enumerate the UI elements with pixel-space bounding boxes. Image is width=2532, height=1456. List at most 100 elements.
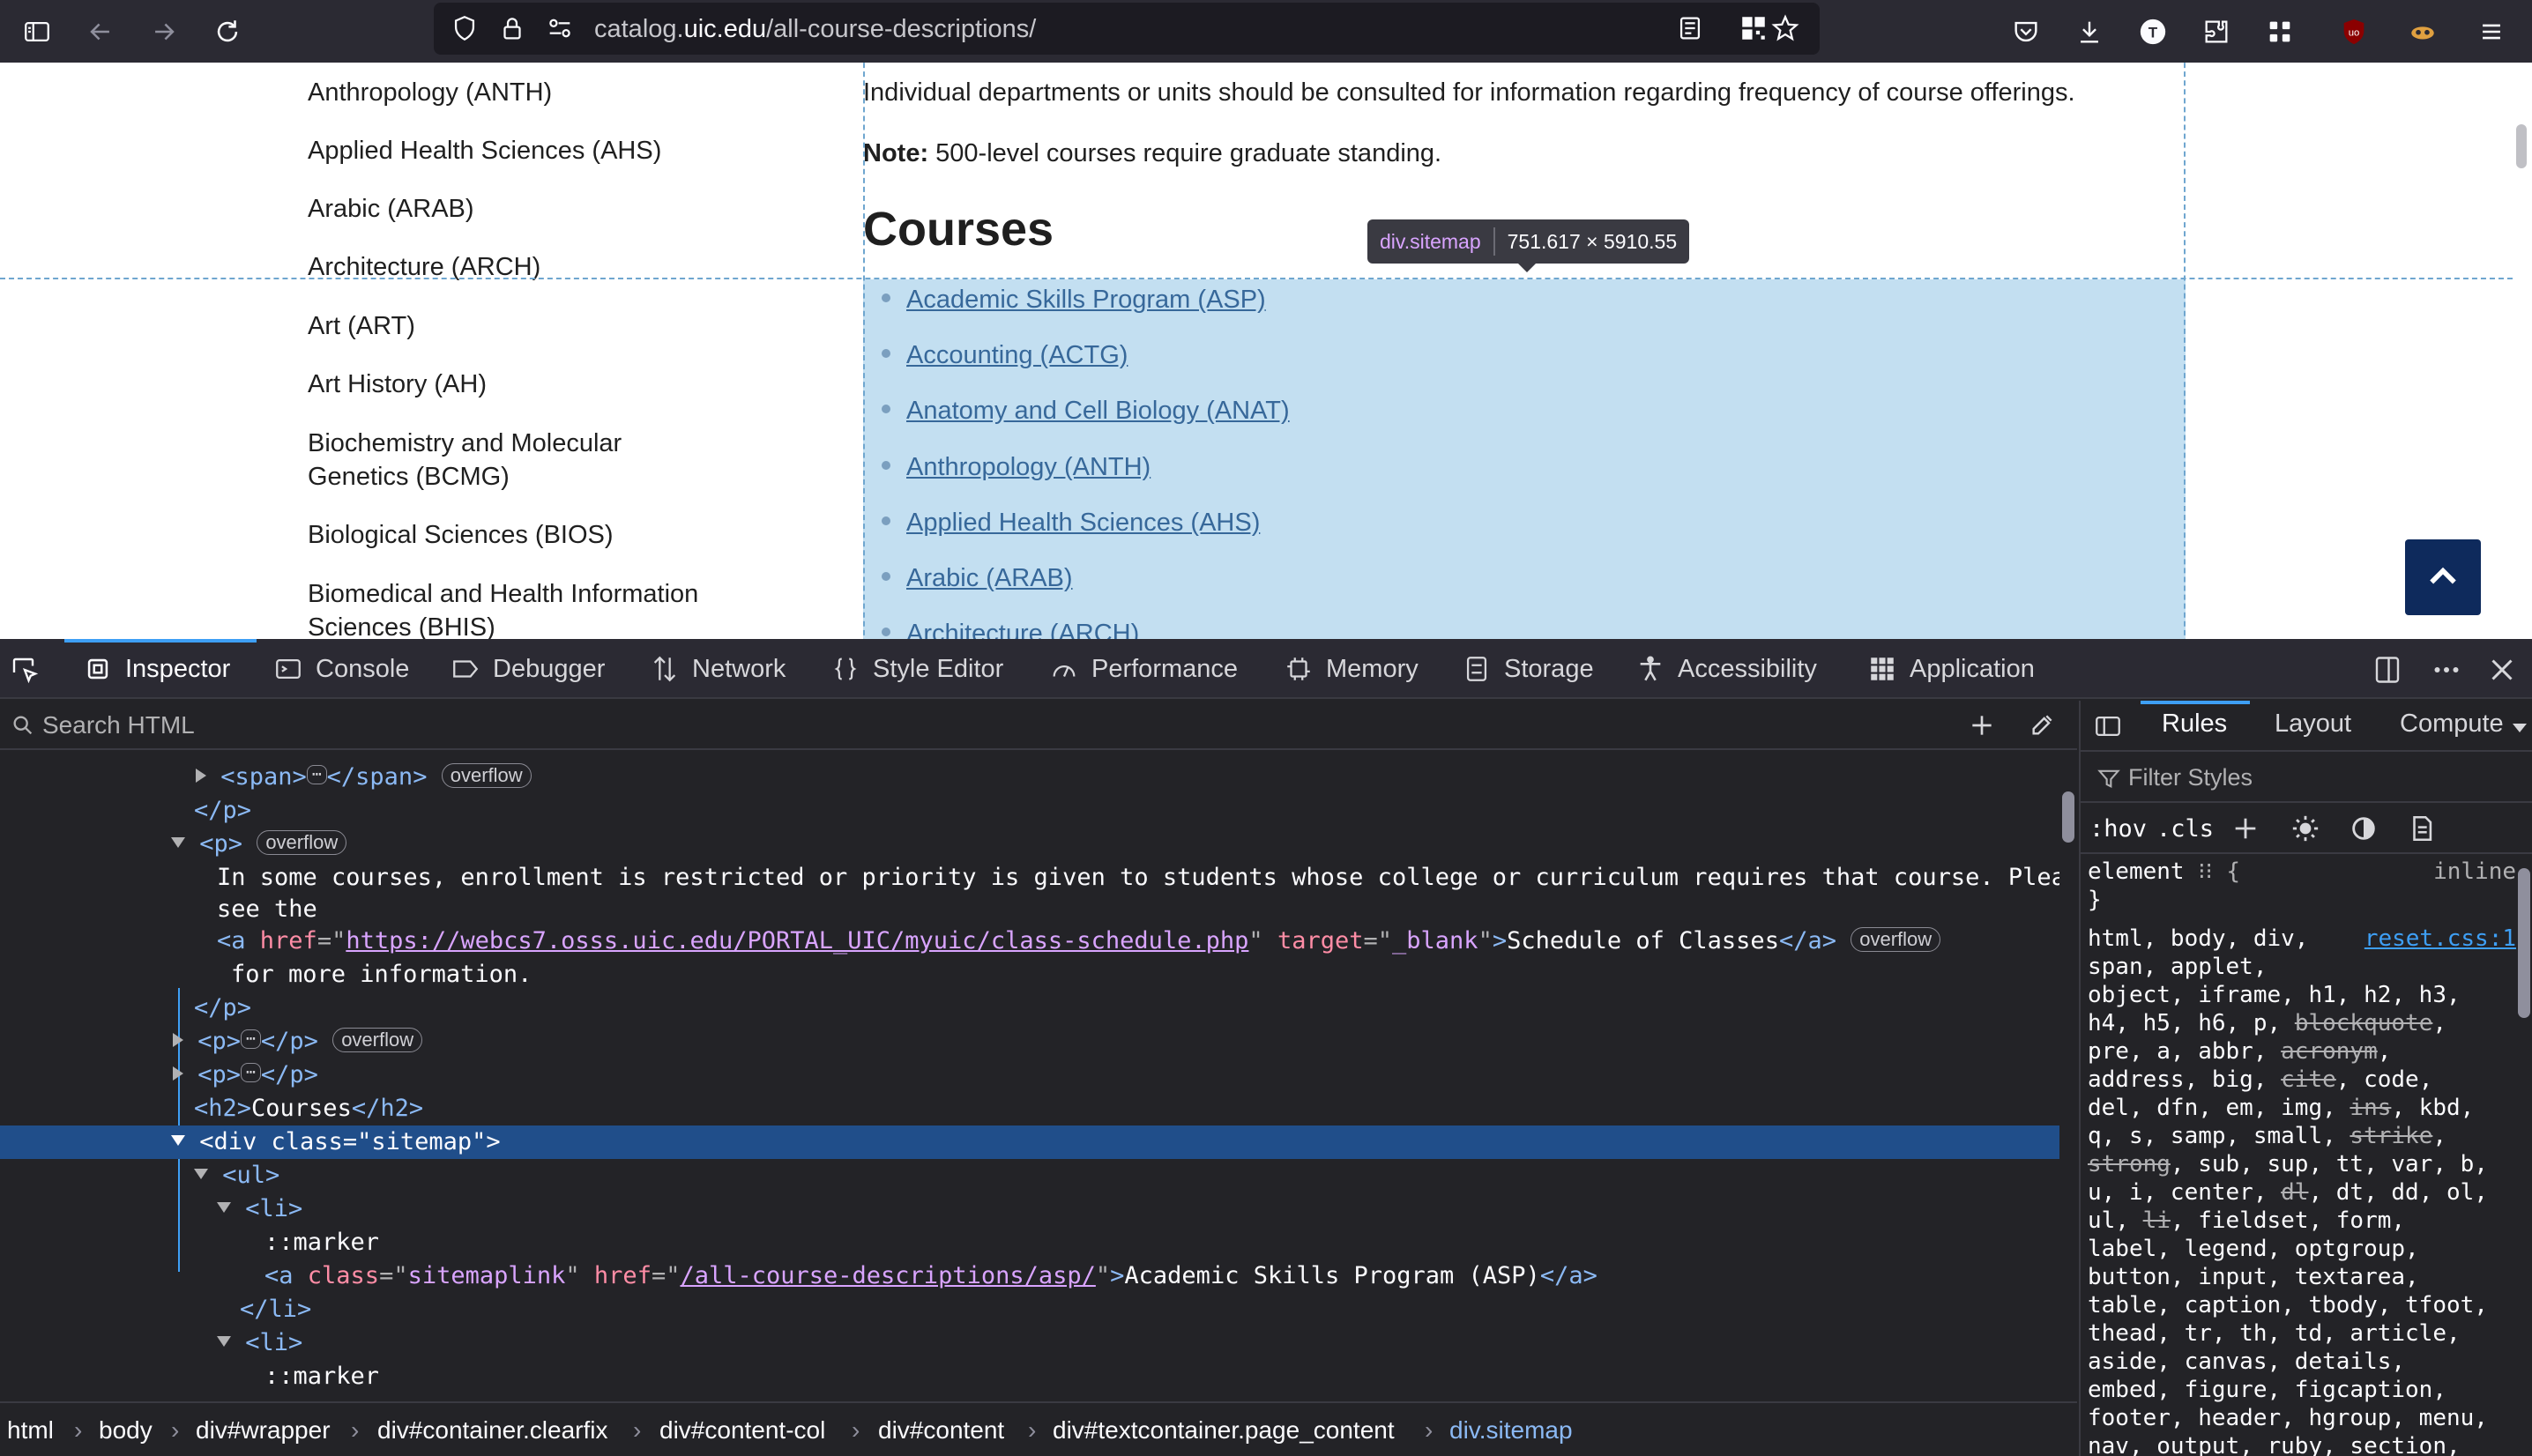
sidebar-link-bcmg[interactable]: Biochemistry and Molecular Genetics (BCM… bbox=[308, 427, 696, 494]
course-link[interactable]: Anatomy and Cell Biology (ANAT) bbox=[882, 394, 1290, 427]
close-devtools-icon[interactable] bbox=[2486, 654, 2518, 690]
dark-theme-icon[interactable] bbox=[2349, 813, 2379, 848]
course-link-text[interactable]: Arabic (ARAB) bbox=[906, 564, 1073, 592]
search-html-input[interactable]: Search HTML bbox=[42, 711, 195, 739]
lock-icon[interactable] bbox=[497, 13, 527, 48]
breadcrumb-item[interactable]: div#content-col bbox=[659, 1416, 825, 1445]
filter-styles-input[interactable]: Filter Styles bbox=[2128, 764, 2253, 791]
hov-toggle[interactable]: :hov bbox=[2089, 815, 2147, 843]
tab-computed[interactable]: Compute bbox=[2400, 709, 2504, 739]
markup-scrollbar[interactable] bbox=[2059, 752, 2077, 1385]
print-media-icon[interactable] bbox=[2407, 813, 2437, 848]
apps-grid-icon[interactable] bbox=[2257, 9, 2303, 55]
course-link[interactable]: Anthropology (ANTH) bbox=[882, 450, 1151, 484]
url-bar[interactable]: catalog.uic.edu/all-course-descriptions/ bbox=[434, 3, 1820, 55]
collapse-toggle[interactable] bbox=[171, 836, 185, 848]
overflow-badge[interactable]: overflow bbox=[332, 1027, 423, 1052]
filter-styles-bar[interactable]: Filter Styles bbox=[2081, 754, 2532, 803]
course-link-text[interactable]: Architecture (ARCH) bbox=[906, 620, 1139, 639]
site-permissions-icon[interactable] bbox=[545, 13, 575, 48]
sidebar-link-bhis[interactable]: Biomedical and Health Information Scienc… bbox=[308, 577, 766, 639]
breadcrumb-item[interactable]: html bbox=[7, 1416, 54, 1445]
sidebar-toggle-icon[interactable] bbox=[14, 9, 60, 55]
page-scrollbar-thumb[interactable] bbox=[2516, 124, 2527, 168]
tab-inspector[interactable]: Inspector bbox=[83, 639, 230, 699]
text-node[interactable]: see the bbox=[217, 893, 317, 926]
tab-application[interactable]: Application bbox=[1867, 639, 2035, 699]
node-h2[interactable]: <h2>Courses</h2> bbox=[194, 1092, 423, 1125]
node-p[interactable]: <p> overflow bbox=[171, 828, 347, 861]
breadcrumb-item-current[interactable]: div.sitemap bbox=[1449, 1416, 1573, 1445]
tab-memory[interactable]: Memory bbox=[1284, 639, 1419, 699]
markup-scrollbar-thumb[interactable] bbox=[2062, 791, 2074, 843]
add-node-icon[interactable] bbox=[1968, 711, 1996, 744]
course-link-text[interactable]: Applied Health Sciences (AHS) bbox=[906, 509, 1260, 537]
overflow-badge[interactable]: overflow bbox=[441, 762, 532, 788]
chevron-down-icon[interactable] bbox=[2513, 724, 2527, 732]
menu-icon[interactable] bbox=[2469, 9, 2514, 55]
extensions-icon[interactable] bbox=[2193, 9, 2239, 55]
tab-accessibility[interactable]: Accessibility bbox=[1635, 639, 1817, 699]
collapse-toggle[interactable] bbox=[217, 1201, 231, 1213]
tab-debugger[interactable]: Debugger bbox=[451, 639, 605, 699]
breadcrumb-item[interactable]: div#container.clearfix bbox=[377, 1416, 607, 1445]
course-link-text[interactable]: Anthropology (ANTH) bbox=[906, 453, 1151, 481]
extension-mask-icon[interactable] bbox=[2400, 9, 2446, 55]
node-p-close[interactable]: </p> bbox=[194, 794, 251, 828]
account-avatar-icon[interactable]: T bbox=[2130, 9, 2176, 55]
course-link-text[interactable]: Accounting (ACTG) bbox=[906, 341, 1128, 369]
breadcrumb-item[interactable]: div#wrapper bbox=[196, 1416, 331, 1445]
breadcrumb-item[interactable]: div#textcontainer.page_content bbox=[1053, 1416, 1395, 1445]
course-link-text[interactable]: Academic Skills Program (ASP) bbox=[906, 286, 1266, 314]
bookmark-star-icon[interactable] bbox=[1770, 13, 1800, 48]
node-ul[interactable]: <ul> bbox=[194, 1159, 279, 1192]
collapse-toggle[interactable] bbox=[217, 1335, 231, 1347]
rule-source-link[interactable]: reset.css:1 bbox=[2364, 925, 2516, 953]
eyedropper-icon[interactable] bbox=[2028, 711, 2056, 744]
tab-console[interactable]: Console bbox=[273, 639, 409, 699]
node-li-close[interactable]: </li> bbox=[240, 1293, 311, 1326]
sidebar-link-art[interactable]: Art (ART) bbox=[308, 309, 766, 343]
course-link[interactable]: Arabic (ARAB) bbox=[882, 561, 1073, 595]
text-node[interactable]: In some courses, enrollment is restricte… bbox=[217, 861, 2059, 895]
breadcrumb-item[interactable]: body bbox=[99, 1416, 153, 1445]
collapse-toggle[interactable] bbox=[171, 1134, 185, 1146]
sidebar-link-arab[interactable]: Arabic (ARAB) bbox=[308, 192, 766, 226]
ublock-icon[interactable]: uo bbox=[2331, 9, 2377, 55]
rules-scrollbar-thumb[interactable] bbox=[2518, 868, 2530, 1018]
collapsed-ellipsis[interactable]: ⋯ bbox=[306, 764, 327, 784]
collapsed-ellipsis[interactable]: ⋯ bbox=[241, 1029, 261, 1049]
node-li[interactable]: <li> bbox=[217, 1326, 302, 1360]
forward-icon[interactable] bbox=[141, 9, 187, 55]
more-options-icon[interactable] bbox=[2431, 654, 2462, 690]
light-theme-icon[interactable] bbox=[2290, 813, 2320, 848]
cls-toggle[interactable]: .cls bbox=[2156, 815, 2214, 843]
tab-rules[interactable]: Rules bbox=[2162, 709, 2227, 739]
reset-rule-selector[interactable]: reset.css:1 html, body, div, span, apple… bbox=[2088, 925, 2516, 1456]
node-p-close[interactable]: </p> bbox=[194, 992, 251, 1025]
course-link[interactable]: Accounting (ACTG) bbox=[882, 338, 1128, 372]
collapsed-ellipsis[interactable]: ⋯ bbox=[241, 1062, 261, 1082]
add-rule-icon[interactable] bbox=[2230, 813, 2260, 848]
pseudo-marker[interactable]: ::marker bbox=[264, 1226, 379, 1259]
overflow-badge[interactable]: overflow bbox=[1851, 926, 1941, 952]
expand-toggle[interactable] bbox=[196, 768, 206, 783]
node-a[interactable]: <a href="https://webcs7.osss.uic.edu/POR… bbox=[217, 925, 1941, 958]
collapse-toggle[interactable] bbox=[194, 1168, 208, 1179]
page-scrollbar[interactable] bbox=[2513, 63, 2532, 639]
expand-toggle[interactable] bbox=[173, 1032, 183, 1047]
node-p[interactable]: <p> ⋯ </p> overflow bbox=[173, 1025, 423, 1059]
shield-icon[interactable] bbox=[450, 13, 480, 48]
tab-layout[interactable]: Layout bbox=[2275, 709, 2351, 739]
sidebar-link-ah[interactable]: Art History (AH) bbox=[308, 368, 766, 401]
rule-source[interactable]: inline bbox=[2433, 858, 2516, 886]
element-picker-icon[interactable] bbox=[9, 654, 41, 690]
tab-performance[interactable]: Performance bbox=[1049, 639, 1238, 699]
sidebar-link-bios[interactable]: Biological Sciences (BIOS) bbox=[308, 518, 766, 552]
tab-style-editor[interactable]: Style Editor bbox=[830, 639, 1003, 699]
pocket-icon[interactable] bbox=[2003, 9, 2049, 55]
tab-storage[interactable]: Storage bbox=[1462, 639, 1594, 699]
search-html-bar[interactable]: Search HTML bbox=[0, 701, 2077, 750]
node-div-sitemap-selected[interactable]: <div class="sitemap"> bbox=[0, 1125, 2059, 1159]
node-a-sitemaplink[interactable]: <a class="sitemaplink" href="/all-course… bbox=[264, 1259, 1597, 1293]
